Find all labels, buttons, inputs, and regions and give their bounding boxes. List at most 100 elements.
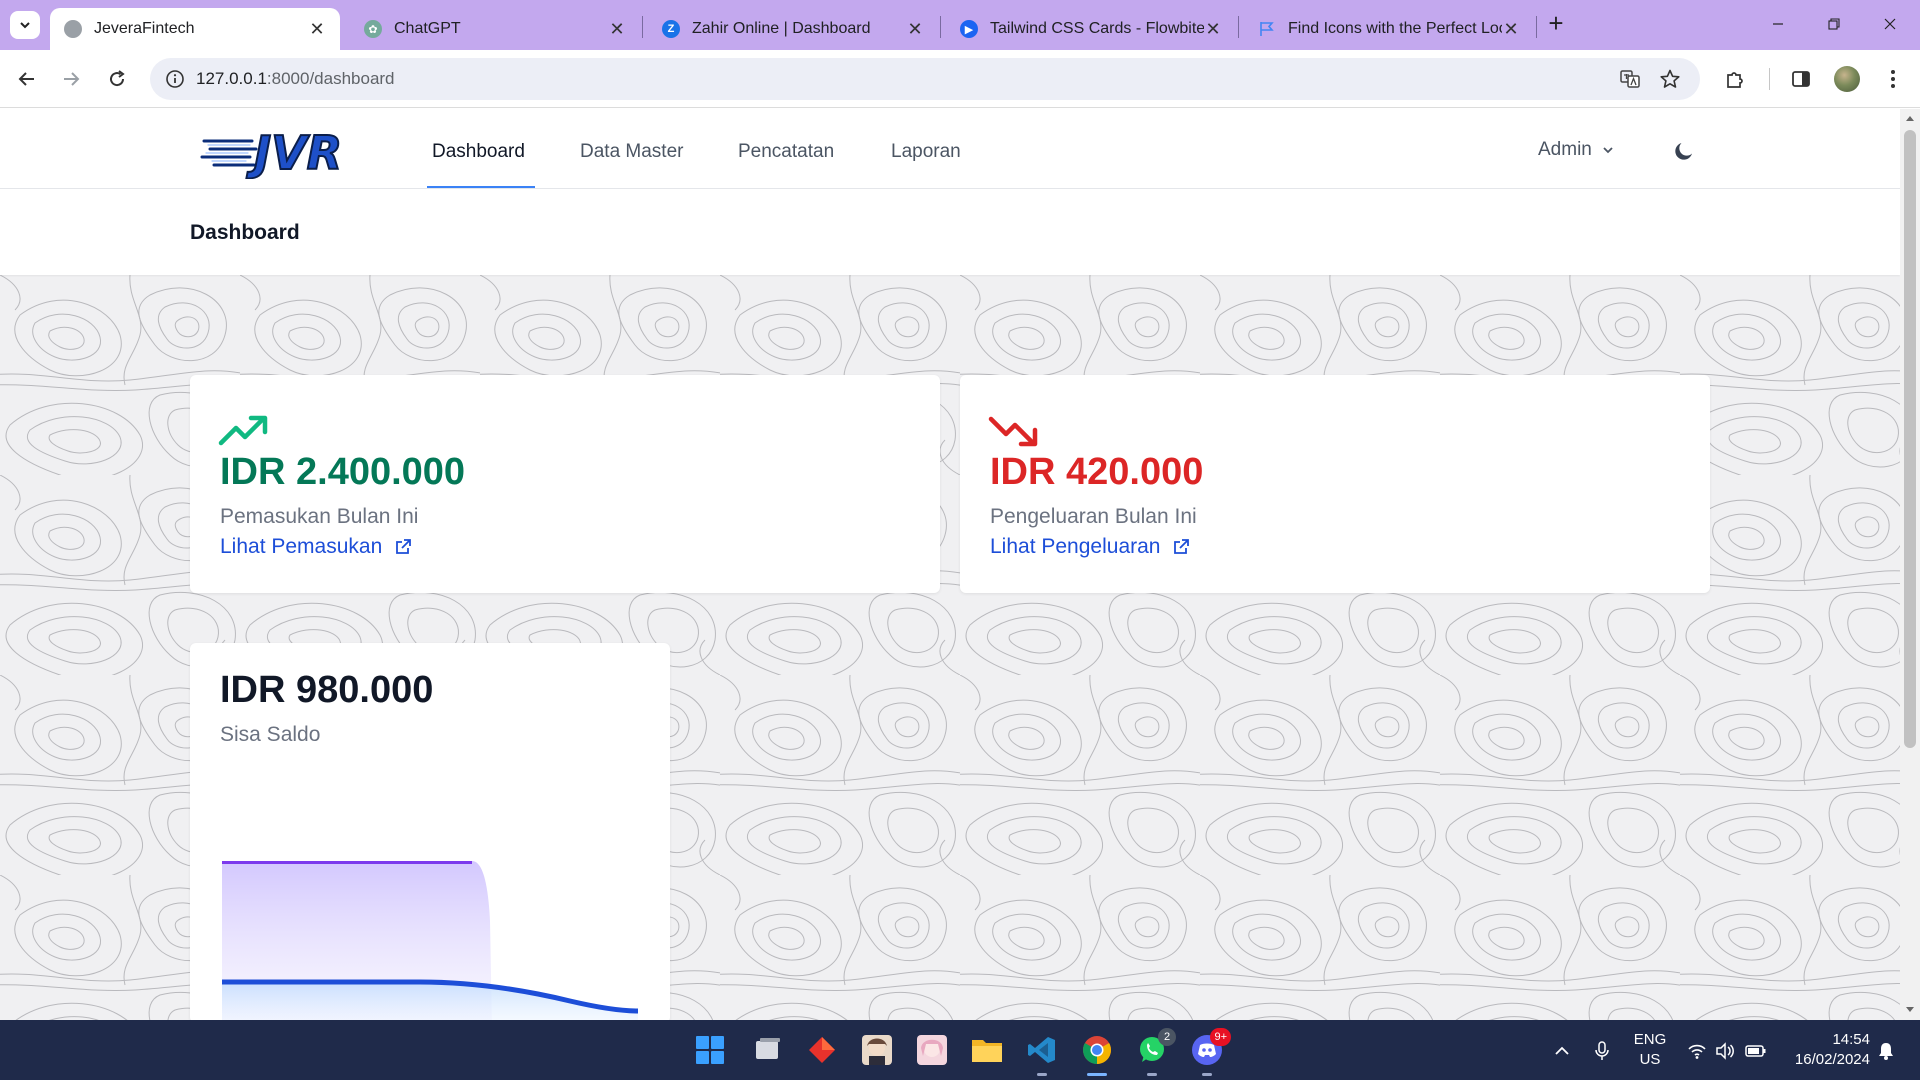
toolbar-divider	[1769, 68, 1770, 90]
discord-notification-badge: 9+	[1210, 1028, 1231, 1046]
translate-icon[interactable]	[1618, 67, 1642, 91]
volume-icon[interactable]	[1714, 1040, 1736, 1062]
trending-down-icon	[988, 416, 1038, 447]
new-tab-button[interactable]: +	[1544, 10, 1568, 38]
reload-icon	[110, 70, 125, 87]
tab-separator	[642, 16, 643, 38]
taskbar-app-anime-2[interactable]	[912, 1030, 952, 1070]
tab-jeverafintech[interactable]: JeveraFintech ✕	[50, 8, 340, 50]
restore-button[interactable]	[1806, 6, 1862, 42]
folder-icon	[972, 1040, 1002, 1062]
show-hidden-icons-button[interactable]	[1551, 1040, 1573, 1062]
close-icon[interactable]: ✕	[1204, 19, 1222, 40]
close-window-button[interactable]	[1862, 6, 1918, 42]
external-link-icon	[1174, 539, 1190, 554]
battery-icon[interactable]	[1745, 1040, 1767, 1062]
profile-avatar[interactable]	[1834, 66, 1860, 92]
external-link-icon	[396, 539, 412, 554]
balance-amount: IDR 980.000	[220, 669, 434, 711]
clock-date: 16/02/2024	[1794, 1051, 1870, 1068]
close-icon[interactable]: ✕	[906, 19, 924, 40]
dark-mode-toggle-moon-icon[interactable]	[1672, 139, 1696, 163]
balance-area-chart	[222, 861, 639, 1020]
kebab-menu-icon	[1891, 70, 1895, 88]
app-navbar: JVR Dashboard Data Master Pencatatan Lap…	[0, 109, 1900, 189]
tab-zahir[interactable]: Z Zahir Online | Dashboard ✕	[648, 8, 938, 50]
browser-tab-strip: JeveraFintech ✕ ✿ ChatGPT ✕ Z Zahir Onli…	[0, 0, 1920, 50]
balance-label: Sisa Saldo	[220, 723, 321, 746]
url-host: 127.0.0.1	[196, 69, 267, 88]
close-icon	[1884, 18, 1896, 30]
expense-label: Pengeluaran Bulan Ini	[990, 505, 1197, 528]
close-icon[interactable]: ✕	[1502, 19, 1520, 40]
user-menu[interactable]: Admin	[1538, 139, 1614, 161]
tab-search-button[interactable]	[10, 11, 40, 39]
expense-card: IDR 420.000 Pengeluaran Bulan Ini Lihat …	[960, 375, 1710, 593]
view-expense-link-text: Lihat Pengeluaran	[990, 535, 1161, 558]
address-bar[interactable]: 127.0.0.1:8000/dashboard	[150, 58, 1700, 100]
clock-time: 14:54	[1832, 1031, 1870, 1048]
restore-icon	[1828, 18, 1840, 30]
side-panel-icon	[1792, 71, 1810, 87]
running-indicator	[1202, 1073, 1212, 1076]
vscode-button[interactable]	[1022, 1030, 1062, 1076]
red-diamond-app-icon	[809, 1037, 835, 1063]
close-icon[interactable]: ✕	[308, 19, 326, 40]
taskbar-app-red[interactable]	[802, 1030, 842, 1070]
tab-separator	[1536, 16, 1537, 38]
page-viewport: JVR Dashboard Data Master Pencatatan Lap…	[0, 109, 1900, 1020]
nav-dashboard[interactable]: Dashboard	[432, 141, 525, 163]
close-icon[interactable]: ✕	[608, 19, 626, 40]
arrow-left-icon	[18, 72, 34, 86]
view-expense-link[interactable]: Lihat Pengeluaran	[990, 535, 1190, 559]
keyboard-layout: US	[1639, 1051, 1661, 1068]
scroll-up-arrow[interactable]	[1903, 112, 1917, 124]
user-menu-label: Admin	[1538, 139, 1592, 160]
page-scrollbar-thumb[interactable]	[1904, 130, 1916, 748]
minimize-button[interactable]	[1750, 6, 1806, 42]
bookmark-star-icon[interactable]	[1658, 67, 1682, 91]
url-text[interactable]: 127.0.0.1:8000/dashboard	[196, 69, 395, 89]
whatsapp-button[interactable]: 2	[1132, 1028, 1176, 1076]
running-indicator	[1147, 1073, 1157, 1076]
discord-button[interactable]: 9+	[1187, 1028, 1231, 1076]
side-panel-button[interactable]	[1784, 62, 1818, 96]
task-view-button[interactable]	[748, 1030, 788, 1070]
view-income-link[interactable]: Lihat Pemasukan	[220, 535, 412, 559]
back-button[interactable]	[10, 62, 44, 96]
flag-icon	[1258, 20, 1276, 38]
wifi-icon[interactable]	[1686, 1040, 1708, 1062]
tab-chatgpt[interactable]: ✿ ChatGPT ✕	[350, 8, 640, 50]
tab-flowbite[interactable]: ▶ Tailwind CSS Cards - Flowbite ✕	[946, 8, 1236, 50]
file-explorer-button[interactable]	[967, 1030, 1007, 1070]
zahir-icon: Z	[662, 20, 680, 38]
browser-menu-button[interactable]	[1876, 62, 1910, 96]
extensions-button[interactable]	[1718, 62, 1752, 96]
tab-title: Zahir Online | Dashboard	[692, 20, 871, 37]
windows-logo-icon	[696, 1036, 724, 1064]
vscode-icon	[1028, 1037, 1055, 1063]
nav-data-master[interactable]: Data Master	[580, 141, 683, 163]
puzzle-icon	[1727, 72, 1743, 88]
site-info-icon[interactable]	[164, 68, 186, 95]
chevron-down-icon	[1603, 147, 1613, 154]
chrome-icon	[1083, 1036, 1111, 1064]
reload-button[interactable]	[100, 62, 134, 96]
income-card: IDR 2.400.000 Pemasukan Bulan Ini Lihat …	[190, 375, 940, 593]
tab-find-icons[interactable]: Find Icons with the Perfect Look ✕	[1244, 8, 1534, 50]
input-language-indicator[interactable]: ENG US	[1630, 1030, 1670, 1070]
nav-laporan[interactable]: Laporan	[891, 141, 961, 163]
notification-bell-icon[interactable]	[1875, 1040, 1897, 1062]
clock[interactable]: 14:54 16/02/2024	[1780, 1030, 1870, 1070]
scroll-down-arrow[interactable]	[1903, 1004, 1917, 1016]
chevron-up-icon	[1555, 1046, 1569, 1055]
start-button[interactable]	[690, 1030, 730, 1070]
chrome-button[interactable]	[1077, 1030, 1117, 1076]
taskbar-app-anime-1[interactable]	[857, 1030, 897, 1070]
microphone-icon[interactable]	[1591, 1040, 1613, 1062]
jvr-logo[interactable]: JVR	[200, 121, 370, 179]
forward-button[interactable]	[54, 62, 88, 96]
trending-up-icon	[218, 415, 268, 446]
nav-pencatatan[interactable]: Pencatatan	[738, 141, 834, 163]
page-title: Dashboard	[190, 221, 300, 244]
